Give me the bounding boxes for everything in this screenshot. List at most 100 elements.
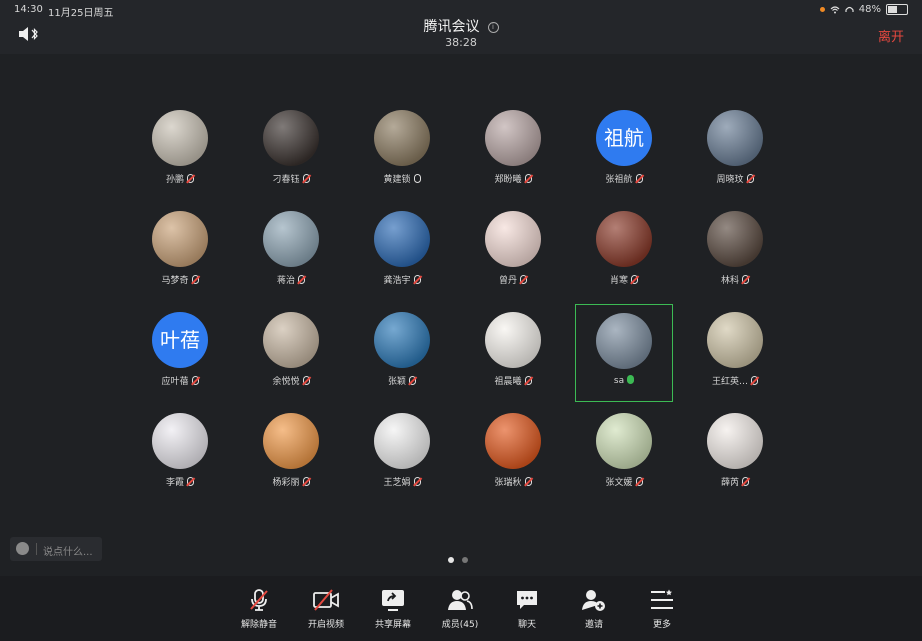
- participant-name: 张文媛: [605, 478, 633, 488]
- share-screen-button[interactable]: 共享屏幕: [363, 588, 423, 630]
- more-label: 更多: [652, 620, 671, 630]
- participant-tile[interactable]: 孙鹏: [131, 110, 229, 208]
- unmute-button[interactable]: 解除静音: [229, 588, 289, 630]
- page-indicator: [448, 557, 468, 563]
- chat-divider: [36, 543, 37, 555]
- participant-tile[interactable]: 曾丹: [464, 211, 562, 309]
- participant-tile[interactable]: 龚浩宇: [353, 211, 451, 309]
- participant-avatar: [263, 211, 319, 267]
- wifi-icon: [830, 5, 840, 13]
- meeting-title: 腾讯会议 i: [0, 16, 922, 36]
- recording-dot-icon: [819, 7, 825, 12]
- participant-name: 应叶蓓: [161, 377, 189, 387]
- mic-muted-icon: [413, 275, 421, 284]
- members-button[interactable]: 成员(45): [430, 588, 490, 630]
- participant-avatar: [152, 211, 208, 267]
- unmute-label: 解除静音: [240, 620, 277, 630]
- participant-name-row: 刁春钰: [242, 172, 340, 185]
- participant-avatar: [152, 413, 208, 469]
- participant-tile[interactable]: 王红英…: [686, 312, 784, 410]
- participant-tile[interactable]: sa: [575, 304, 673, 402]
- participant-tile[interactable]: 薛芮: [686, 413, 784, 511]
- participant-avatar: [152, 110, 208, 166]
- participant-name-row: 周晓玟: [686, 172, 784, 185]
- more-menu-icon: [651, 589, 673, 609]
- info-icon[interactable]: i: [487, 22, 499, 33]
- participant-tile[interactable]: 张瑞秋: [464, 413, 562, 511]
- participant-avatar: [707, 110, 763, 166]
- participant-name-row: 马梦奇: [131, 273, 229, 286]
- chat-input[interactable]: 说点什么...: [10, 537, 102, 561]
- participant-name-row: 黄建锁: [353, 172, 451, 185]
- mic-muted-icon: [635, 477, 643, 486]
- participant-name-row: 郑盼曦: [464, 172, 562, 185]
- chat-button[interactable]: 聊天: [497, 588, 557, 630]
- participant-avatar: [596, 313, 652, 369]
- participant-tile[interactable]: 林科: [686, 211, 784, 309]
- mic-muted-icon: [524, 477, 532, 486]
- participant-avatar: [485, 312, 541, 368]
- participant-avatar: [485, 413, 541, 469]
- participant-name-row: 孙鹏: [131, 172, 229, 185]
- participant-name-row: 应叶蓓: [131, 374, 229, 387]
- participant-name-row: 肖寒: [575, 273, 673, 286]
- mic-icon: [413, 174, 421, 183]
- participant-tile[interactable]: 刁春钰: [242, 110, 340, 208]
- participant-tile[interactable]: 马梦奇: [131, 211, 229, 309]
- participant-name: 林科: [720, 276, 739, 286]
- participant-tile[interactable]: 王芝娟: [353, 413, 451, 511]
- participant-name: 张祖航: [605, 175, 633, 185]
- participant-tile[interactable]: 周晓玟: [686, 110, 784, 208]
- participant-avatar: [374, 312, 430, 368]
- chat-icon: [517, 591, 537, 609]
- participant-tile[interactable]: 张颖: [353, 312, 451, 410]
- participant-tile[interactable]: 祖航 张祖航: [575, 110, 673, 208]
- participant-name: 郑盼曦: [494, 175, 522, 185]
- participant-name-row: 祖晨曦: [464, 374, 562, 387]
- participant-tile[interactable]: 张文媛: [575, 413, 673, 511]
- participant-avatar: [374, 211, 430, 267]
- leave-button[interactable]: 离开: [878, 26, 904, 45]
- mic-muted-icon: [524, 376, 532, 385]
- participant-name-row: 张文媛: [575, 475, 673, 488]
- participant-name-row: 蒋治: [242, 273, 340, 286]
- participant-tile[interactable]: 李霞: [131, 413, 229, 511]
- participant-name-row: 张颖: [353, 374, 451, 387]
- page-dot-2[interactable]: [462, 557, 468, 563]
- participant-name-row: 王红英…: [686, 374, 784, 387]
- participant-tile[interactable]: 黄建锁: [353, 110, 451, 208]
- participant-tile[interactable]: 肖寒: [575, 211, 673, 309]
- participant-avatar: [374, 413, 430, 469]
- participant-tile[interactable]: 蒋治: [242, 211, 340, 309]
- participant-name: 祖晨曦: [494, 377, 522, 387]
- participant-avatar: [707, 211, 763, 267]
- mic-muted-icon: [520, 275, 527, 284]
- emoji-icon[interactable]: [16, 542, 29, 555]
- participant-avatar: [485, 110, 541, 166]
- participant-avatar: [374, 110, 430, 166]
- participant-name: 龚浩宇: [383, 276, 411, 286]
- participant-name-row: 曾丹: [464, 273, 562, 286]
- status-time: 14:30: [14, 4, 43, 15]
- participant-tile[interactable]: 叶蓓应叶蓓: [131, 312, 229, 410]
- participant-tile[interactable]: 郑盼曦: [464, 110, 562, 208]
- meeting-timer: 38:28: [445, 36, 477, 49]
- participant-avatar: 叶蓓: [152, 312, 208, 368]
- page-dot-1[interactable]: [448, 557, 454, 563]
- participant-name-row: 王芝娟: [353, 475, 451, 488]
- more-button[interactable]: 更多: [632, 588, 692, 630]
- participant-tile[interactable]: 祖晨曦: [464, 312, 562, 410]
- start-video-button[interactable]: 开启视频: [296, 588, 356, 630]
- participant-tile[interactable]: 余悦悦: [242, 312, 340, 410]
- participant-tile[interactable]: 杨彩丽: [242, 413, 340, 511]
- participant-name: 李霞: [165, 478, 184, 488]
- participant-avatar: [263, 413, 319, 469]
- mic-muted-icon: [302, 174, 310, 183]
- participant-name: 杨彩丽: [272, 478, 300, 488]
- participant-name: 张瑞秋: [494, 478, 522, 488]
- invite-button[interactable]: 邀请: [564, 588, 624, 630]
- headphones-icon: [845, 6, 854, 12]
- participant-name: 黄建锁: [383, 175, 411, 185]
- participant-name: 孙鹏: [165, 175, 184, 185]
- mic-muted-icon: [250, 589, 268, 611]
